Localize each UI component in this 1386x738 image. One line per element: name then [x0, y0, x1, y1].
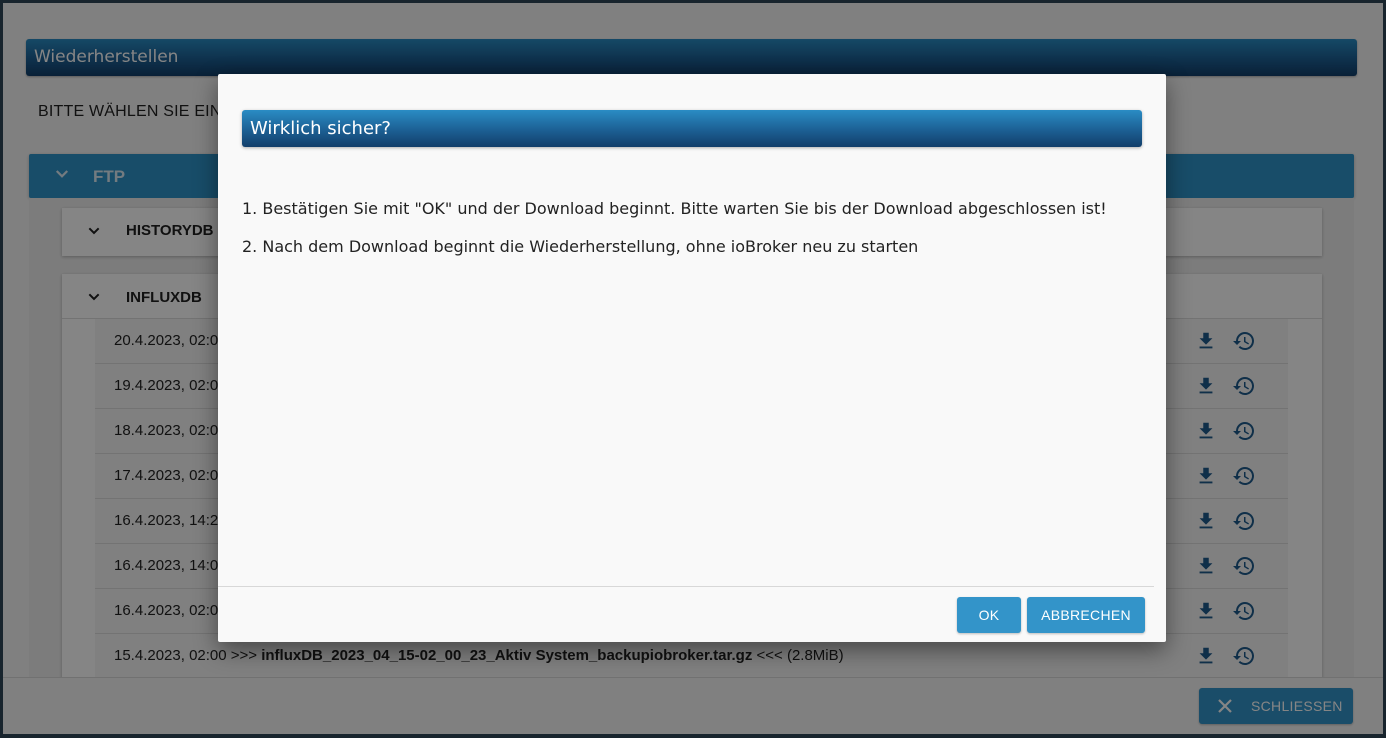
dialog-title: Wirklich sicher?	[250, 118, 391, 139]
ok-button[interactable]: OK	[957, 597, 1021, 633]
cancel-button[interactable]: ABBRECHEN	[1027, 597, 1145, 633]
dialog-instruction-2: 2. Nach dem Download beginnt die Wiederh…	[242, 237, 919, 256]
dialog-instruction-1: 1. Bestätigen Sie mit "OK" und der Downl…	[242, 199, 1107, 218]
dialog-divider	[218, 586, 1154, 587]
dialog-title-bar: Wirklich sicher?	[242, 110, 1142, 147]
confirm-dialog: Wirklich sicher? 1. Bestätigen Sie mit "…	[218, 74, 1166, 642]
